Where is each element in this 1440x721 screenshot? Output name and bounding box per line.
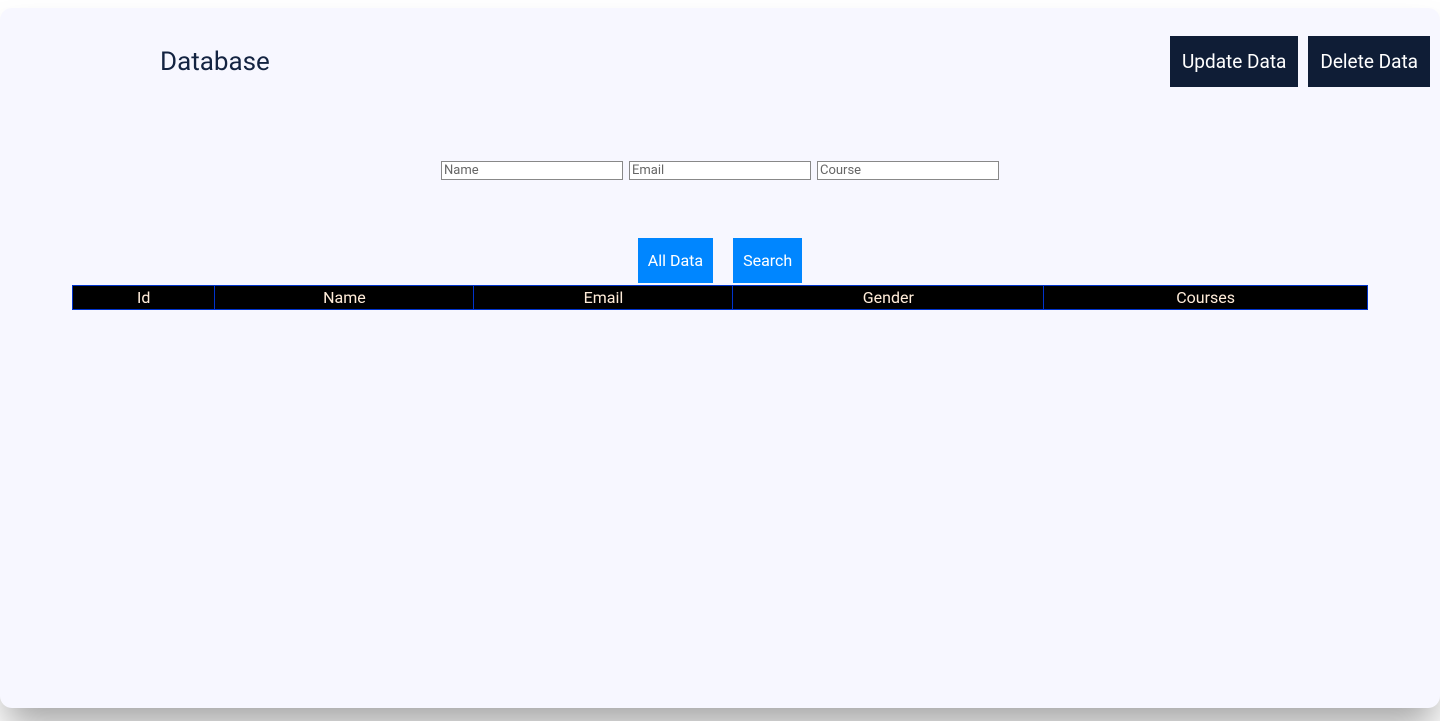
column-header-email: Email — [474, 286, 733, 310]
update-data-button[interactable]: Update Data — [1170, 36, 1298, 87]
header-buttons: Update Data Delete Data — [1170, 36, 1430, 87]
name-input[interactable] — [441, 161, 623, 180]
column-header-name: Name — [215, 286, 474, 310]
all-data-button[interactable]: All Data — [638, 238, 713, 283]
header: Database Update Data Delete Data — [0, 8, 1440, 87]
page-title: Database — [160, 47, 270, 77]
action-buttons: All Data Search — [0, 238, 1440, 283]
column-header-courses: Courses — [1044, 286, 1368, 310]
table-header-row: Id Name Email Gender Courses — [73, 286, 1368, 310]
search-section — [0, 159, 1440, 180]
search-inputs — [441, 161, 999, 180]
course-input[interactable] — [817, 161, 999, 180]
data-table: Id Name Email Gender Courses — [72, 285, 1368, 310]
main-container: Database Update Data Delete Data All Dat… — [0, 8, 1440, 708]
column-header-id: Id — [73, 286, 215, 310]
delete-data-button[interactable]: Delete Data — [1308, 36, 1430, 87]
email-input[interactable] — [629, 161, 811, 180]
column-header-gender: Gender — [733, 286, 1044, 310]
search-button[interactable]: Search — [733, 238, 802, 283]
